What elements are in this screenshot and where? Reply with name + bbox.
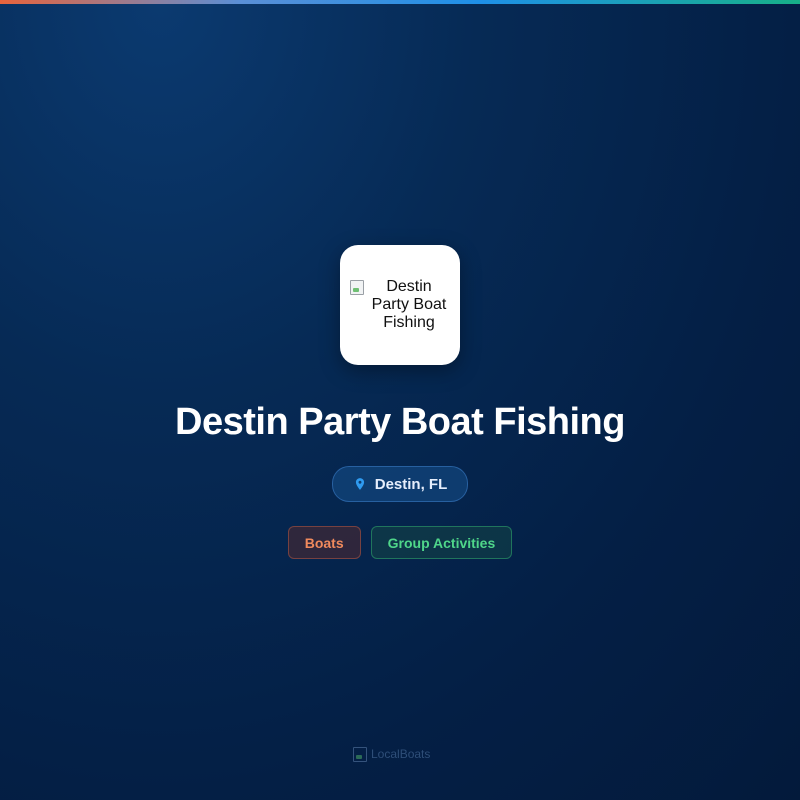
location-badge: Destin, FL	[331, 466, 469, 502]
listing-logo-alt: Destin Party Boat Fishing	[350, 278, 450, 332]
broken-image-icon	[353, 747, 367, 762]
listing-logo: Destin Party Boat Fishing	[340, 245, 460, 365]
top-gradient-bar	[0, 0, 800, 4]
map-pin-icon	[355, 478, 364, 490]
tag-boats[interactable]: Boats	[287, 526, 361, 559]
location-text: Destin, FL	[374, 475, 448, 493]
footer-logo: LocalBoats	[353, 745, 430, 762]
tag-group-activities[interactable]: Group Activities	[370, 526, 513, 559]
listing-card: Destin Party Boat Fishing Destin Party B…	[0, 245, 800, 559]
footer-logo-alt-text: LocalBoats	[371, 746, 431, 761]
listing-logo-alt-text: Destin Party Boat Fishing	[371, 278, 447, 331]
broken-image-icon	[350, 280, 364, 295]
category-tags: Boats Group Activities	[287, 526, 513, 559]
page-title: Destin Party Boat Fishing	[175, 401, 625, 443]
